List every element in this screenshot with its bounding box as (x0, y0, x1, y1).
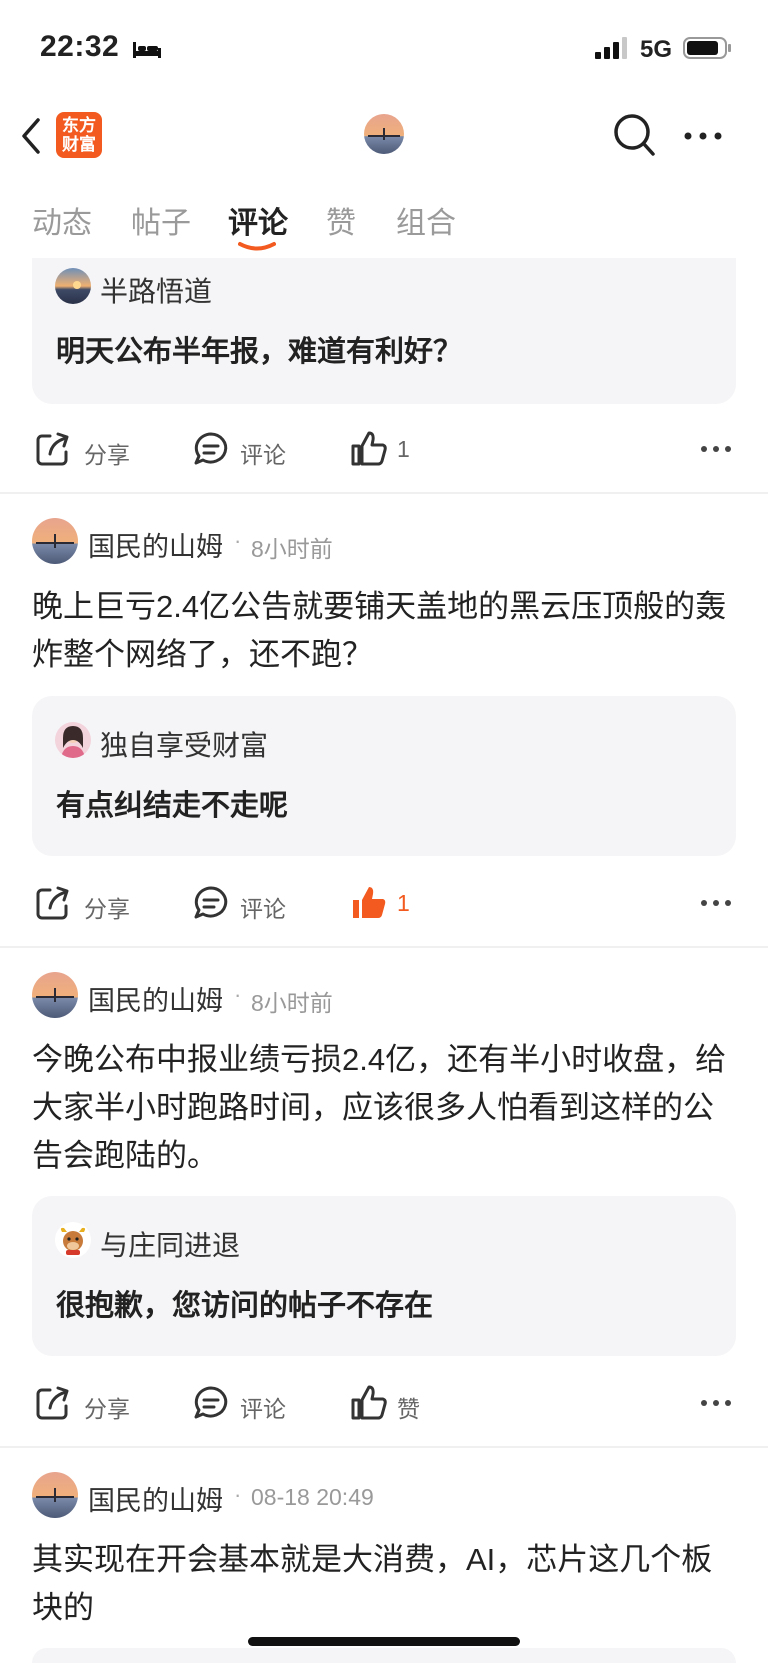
post-author[interactable]: 国民的山姆 (88, 1479, 223, 1518)
thumbs-up-icon[interactable] (350, 1384, 388, 1422)
quoted-post-card[interactable] (32, 1196, 736, 1356)
home-indicator[interactable] (248, 1637, 520, 1646)
separator-dot: · (234, 528, 242, 553)
quoted-text: 明天公布半年报，难道有利好？ (56, 336, 463, 368)
sunset-avatar-image (32, 972, 78, 1018)
avatar[interactable] (55, 722, 91, 758)
landscape-avatar-image (55, 268, 91, 304)
sunset-avatar-image (32, 1472, 78, 1518)
quoted-text: 很抱歉，您访问的帖子不存在 (56, 1290, 434, 1322)
more-horizontal-icon[interactable] (700, 898, 732, 908)
share-icon[interactable] (34, 430, 72, 468)
status-bar: 22:32 5G (0, 0, 768, 100)
more-horizontal-icon[interactable] (700, 444, 732, 454)
ox-mascot-avatar-image (55, 1222, 91, 1258)
avatar[interactable] (55, 268, 91, 304)
sunset-avatar-image (364, 114, 404, 154)
avatar[interactable] (32, 518, 78, 564)
share-icon[interactable] (34, 1384, 72, 1422)
tab-likes[interactable]: 赞 (326, 198, 356, 242)
quoted-author[interactable]: 独自享受财富 (100, 724, 268, 764)
post-text[interactable]: 今晚公布中报业绩亏损2.4亿，还有半小时收盘，给大家半小时跑路时间，应该很多人怕… (32, 1036, 742, 1180)
like-label[interactable]: 赞 (397, 1390, 420, 1424)
tab-dynamics[interactable]: 动态 (32, 198, 92, 242)
app-logo[interactable]: 东方 财富 (56, 112, 102, 158)
quoted-author[interactable]: 半路悟道 (100, 270, 212, 310)
active-tab-indicator (238, 242, 276, 251)
comment-label[interactable]: 评论 (240, 436, 286, 470)
profile-avatar[interactable] (364, 114, 404, 154)
divider (0, 946, 768, 948)
avatar[interactable] (55, 1222, 91, 1258)
like-count[interactable]: 1 (397, 890, 410, 917)
divider (0, 492, 768, 494)
quoted-author[interactable]: 与庄同进退 (100, 1224, 240, 1264)
post-time: 08-18 20:49 (251, 1484, 374, 1510)
bed-icon (133, 42, 161, 58)
network-label: 5G (640, 36, 673, 63)
tab-posts[interactable]: 帖子 (131, 198, 191, 242)
quoted-post-card[interactable] (32, 1648, 736, 1663)
more-horizontal-icon[interactable] (700, 1398, 732, 1408)
tab-comments[interactable]: 评论 (228, 198, 288, 242)
share-icon[interactable] (34, 884, 72, 922)
comment-label[interactable]: 评论 (240, 1390, 286, 1424)
post-time: 8小时前 (251, 536, 333, 562)
separator-dot: · (234, 1482, 242, 1507)
separator-dot: · (234, 982, 242, 1007)
tab-portfolio[interactable]: 组合 (396, 198, 456, 242)
post-text[interactable]: 晚上巨亏2.4亿公告就要铺天盖地的黑云压顶般的轰炸整个网络了，还不跑？ (32, 583, 742, 679)
sunset-avatar-image (32, 518, 78, 564)
quoted-post-card[interactable] (32, 696, 736, 856)
search-icon[interactable] (612, 112, 656, 158)
comment-icon[interactable] (192, 430, 230, 468)
status-time: 22:32 (40, 30, 120, 63)
chevron-left-icon[interactable] (18, 114, 44, 158)
like-count[interactable]: 1 (397, 436, 410, 463)
thumbs-up-icon[interactable] (350, 430, 388, 468)
divider (0, 1446, 768, 1448)
post-author[interactable]: 国民的山姆 (88, 525, 223, 564)
share-label[interactable]: 分享 (84, 1390, 130, 1424)
post-time: 8小时前 (251, 990, 333, 1016)
logo-line-1: 东方 (62, 116, 96, 135)
more-horizontal-icon[interactable] (682, 124, 724, 148)
avatar[interactable] (32, 972, 78, 1018)
avatar[interactable] (32, 1472, 78, 1518)
profile-tabs (0, 190, 768, 256)
comment-label[interactable]: 评论 (240, 890, 286, 924)
quoted-text: 有点纠结走不走呢 (56, 790, 289, 822)
comment-icon[interactable] (192, 1384, 230, 1422)
battery-icon (683, 37, 731, 59)
post-text[interactable]: 其实现在开会基本就是大消费，AI，芯片这几个板块的 (32, 1536, 742, 1632)
share-label[interactable]: 分享 (84, 890, 130, 924)
logo-line-2: 财富 (62, 135, 96, 154)
post-author[interactable]: 国民的山姆 (88, 979, 223, 1018)
thumbs-up-filled-icon[interactable] (350, 884, 388, 922)
comment-icon[interactable] (192, 884, 230, 922)
signal-bars-icon (595, 37, 627, 59)
portrait-avatar-image (55, 722, 91, 758)
share-label[interactable]: 分享 (84, 436, 130, 470)
